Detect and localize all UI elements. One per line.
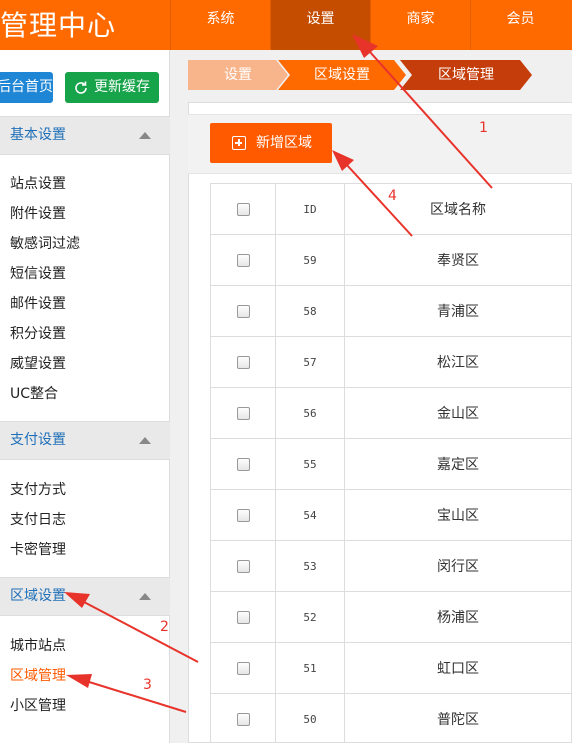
collapse-caret-icon (139, 437, 151, 444)
row-checkbox[interactable] (236, 253, 250, 267)
row-region-name: 杨浦区 (344, 591, 572, 643)
nav-tab-system[interactable]: 系统 (170, 0, 270, 50)
nav-tab-settings[interactable]: 设置 (270, 0, 370, 50)
section-payment-settings[interactable]: 支付设置 (0, 421, 170, 460)
row-checkbox[interactable] (236, 712, 250, 726)
add-region-label: 新增区域 (256, 135, 312, 151)
home-button[interactable]: 后台首页 (0, 72, 53, 103)
breadcrumb-item-region-settings[interactable]: 区域设置 (278, 60, 406, 90)
breadcrumb-item-region-management: 区域管理 (400, 60, 532, 90)
row-id: 57 (275, 336, 345, 388)
table-row: 54 宝山区 (210, 489, 572, 541)
sidebar-item-points-settings[interactable]: 积分设置 (10, 324, 66, 344)
row-checkbox[interactable] (236, 355, 250, 369)
refresh-cache-button[interactable]: 更新缓存 (65, 72, 159, 103)
sidebar-item-payment-methods[interactable]: 支付方式 (10, 480, 66, 500)
sidebar-item-mail-settings[interactable]: 邮件设置 (10, 294, 66, 314)
sidebar-item-site-settings[interactable]: 站点设置 (10, 174, 66, 194)
nav-tab-member[interactable]: 会员 (470, 0, 570, 50)
row-id: 56 (275, 387, 345, 439)
table-row: 59 奉贤区 (210, 234, 572, 286)
sidebar-item-payment-log[interactable]: 支付日志 (10, 510, 66, 530)
nav-tab-merchant[interactable]: 商家 (370, 0, 470, 50)
section-title: 区域设置 (10, 588, 66, 604)
section-region-settings[interactable]: 区域设置 (0, 577, 170, 616)
row-id: 50 (275, 693, 345, 743)
row-id: 59 (275, 234, 345, 286)
row-region-name: 宝山区 (344, 489, 572, 541)
annotation-number-3: 3 (143, 677, 152, 693)
sidebar-item-word-filter[interactable]: 敏感词过滤 (10, 234, 80, 254)
refresh-cache-label: 更新缓存 (94, 79, 150, 95)
row-id: 58 (275, 285, 345, 337)
sidebar-item-city-sites[interactable]: 城市站点 (10, 636, 66, 656)
section-basic-settings[interactable]: 基本设置 (0, 116, 170, 155)
sidebar-item-uc-integration[interactable]: UC整合 (10, 384, 58, 404)
row-checkbox[interactable] (236, 508, 250, 522)
app-logo: 管理中心 (0, 9, 117, 42)
row-region-name: 青浦区 (344, 285, 572, 337)
table-row: 53 闵行区 (210, 540, 572, 592)
sidebar-item-prestige-settings[interactable]: 威望设置 (10, 354, 66, 374)
section-title: 基本设置 (10, 127, 66, 143)
annotation-number-4: 4 (388, 188, 397, 204)
select-all-checkbox[interactable] (236, 202, 250, 216)
breadcrumb-item-settings[interactable]: 设置 (188, 60, 288, 90)
annotation-number-2: 2 (160, 619, 169, 635)
row-region-name: 奉贤区 (344, 234, 572, 286)
row-checkbox[interactable] (236, 661, 250, 675)
table-row: 51 虹口区 (210, 642, 572, 694)
row-id: 54 (275, 489, 345, 541)
row-checkbox[interactable] (236, 457, 250, 471)
row-id: 51 (275, 642, 345, 694)
row-region-name: 闵行区 (344, 540, 572, 592)
table-row: 55 嘉定区 (210, 438, 572, 490)
section-title: 支付设置 (10, 432, 66, 448)
column-header-id: ID (275, 183, 345, 235)
sidebar-item-sms-settings[interactable]: 短信设置 (10, 264, 66, 284)
sidebar-item-card-management[interactable]: 卡密管理 (10, 540, 66, 560)
collapse-caret-icon (139, 132, 151, 139)
refresh-icon (75, 81, 87, 94)
row-checkbox[interactable] (236, 610, 250, 624)
table-row: 56 金山区 (210, 387, 572, 439)
top-nav: 系统 设置 商家 会员 (170, 0, 570, 50)
sidebar-item-community-management[interactable]: 小区管理 (10, 696, 66, 716)
table-row: 50 普陀区 (210, 693, 572, 743)
row-checkbox[interactable] (236, 559, 250, 573)
column-header-name: 区域名称 (344, 183, 572, 235)
collapse-caret-icon (139, 593, 151, 600)
plus-icon (232, 136, 246, 150)
annotation-number-1: 1 (479, 120, 488, 136)
sidebar-item-region-management[interactable]: 区域管理 (10, 666, 66, 686)
table-row: 57 松江区 (210, 336, 572, 388)
row-id: 55 (275, 438, 345, 490)
row-id: 53 (275, 540, 345, 592)
row-id: 52 (275, 591, 345, 643)
region-table: ID 区域名称 59 奉贤区 58 青浦区 57 松江区 56 金山区 55 嘉… (210, 183, 572, 743)
table-row: 58 青浦区 (210, 285, 572, 337)
row-checkbox[interactable] (236, 406, 250, 420)
sidebar: 后台首页 更新缓存 基本设置 站点设置 附件设置 敏感词过滤 短信设置 邮件设置… (0, 50, 170, 743)
table-row: 52 杨浦区 (210, 591, 572, 643)
row-region-name: 松江区 (344, 336, 572, 388)
row-region-name: 普陀区 (344, 693, 572, 743)
row-region-name: 嘉定区 (344, 438, 572, 490)
row-region-name: 虹口区 (344, 642, 572, 694)
row-checkbox[interactable] (236, 304, 250, 318)
top-bar: 管理中心 系统 设置 商家 会员 (0, 0, 572, 50)
row-region-name: 金山区 (344, 387, 572, 439)
add-region-button[interactable]: 新增区域 (210, 123, 332, 163)
sidebar-item-attachment-settings[interactable]: 附件设置 (10, 204, 66, 224)
select-all-cell (210, 183, 276, 235)
